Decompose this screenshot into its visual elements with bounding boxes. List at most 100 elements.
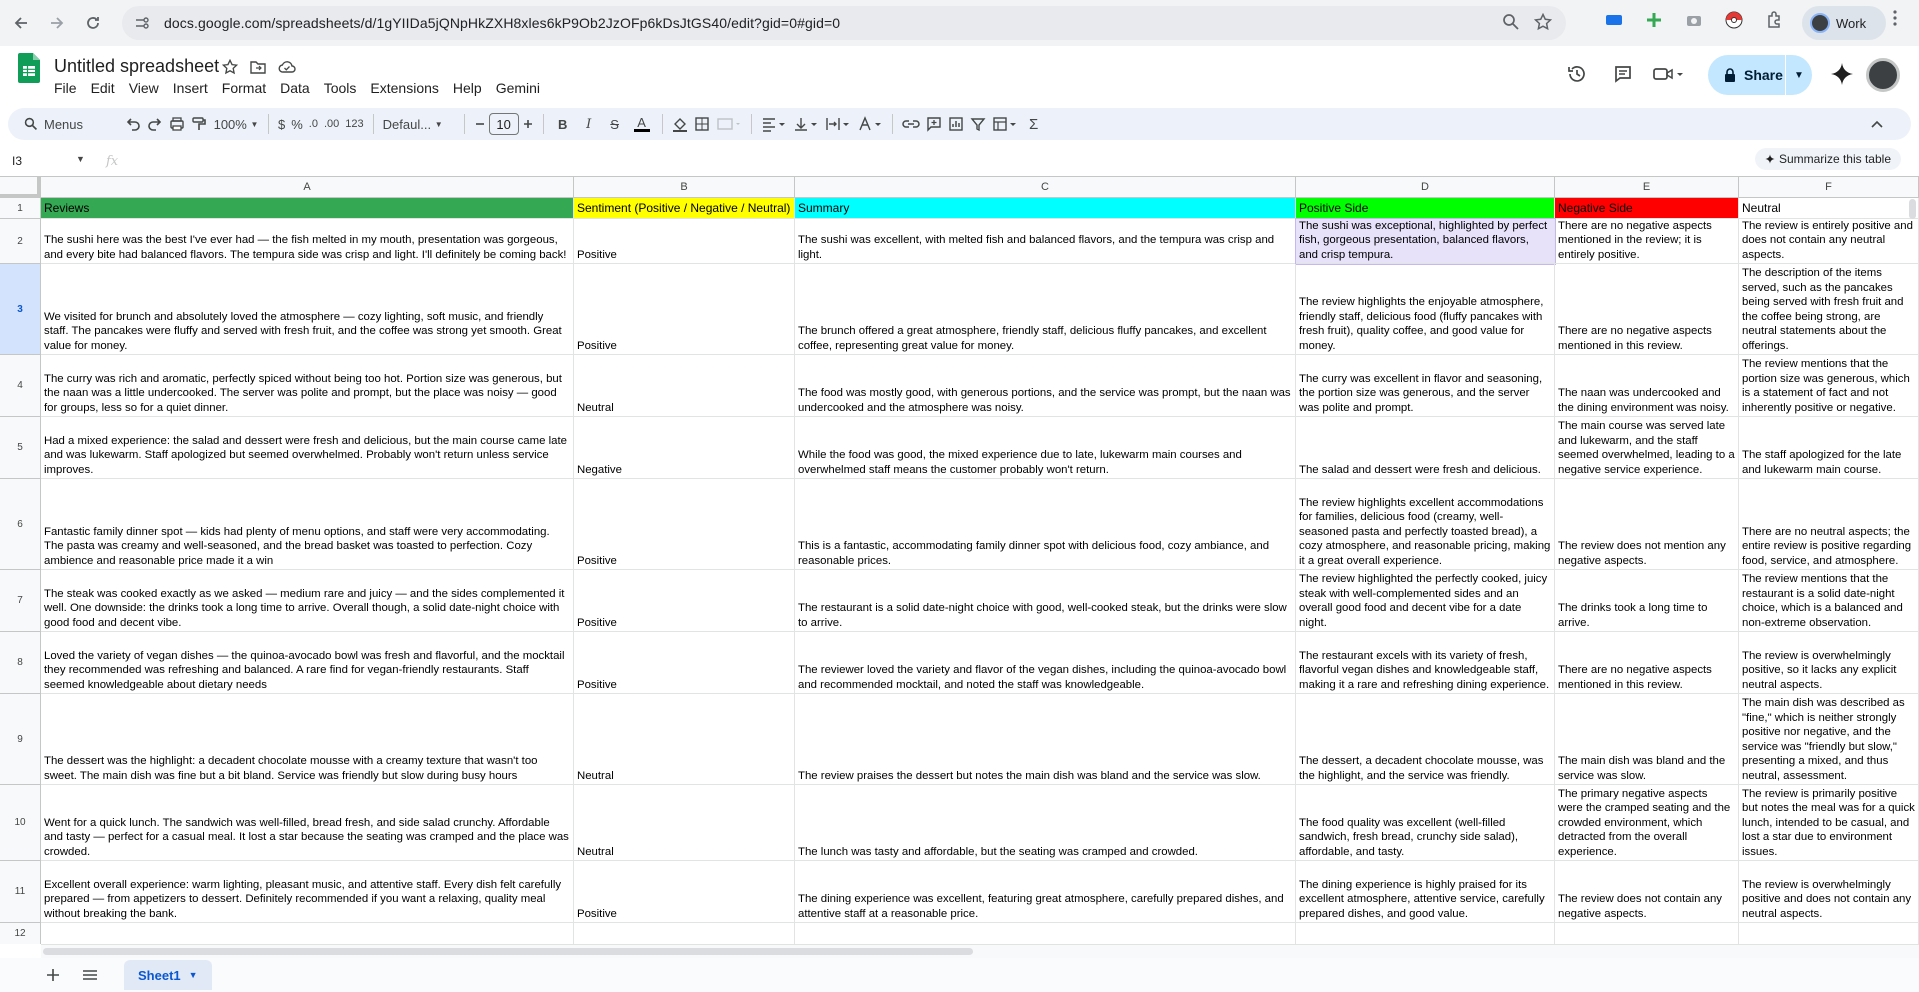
paint-format-icon[interactable] [191,112,207,136]
gemini-spark-icon[interactable] [1830,62,1854,86]
cell-positive-side[interactable]: The dining experience is highly praised … [1296,861,1555,923]
cell-negative-side[interactable]: The review does not contain any negative… [1555,861,1739,923]
column-header-d[interactable]: D [1296,177,1555,198]
bold-icon[interactable]: B [553,112,573,136]
cell-reviews[interactable]: The steak was cooked exactly as we asked… [41,570,574,632]
browser-menu-icon[interactable] [1893,10,1897,26]
horizontal-scrollbar[interactable] [41,944,1919,958]
menu-help[interactable]: Help [453,80,488,96]
cell-summary[interactable]: The lunch was tasty and affordable, but … [795,785,1296,861]
vertical-scroll-thumb[interactable] [1909,199,1916,219]
cell-neutral[interactable]: The review mentions that the restaurant … [1739,570,1919,632]
row-header[interactable]: 11 [0,861,41,923]
cell-reviews[interactable]: Had a mixed experience: the salad and de… [41,417,574,479]
star-icon[interactable] [222,59,238,75]
cell-neutral[interactable]: The review is overwhelmingly positive an… [1739,861,1919,923]
cell-reviews[interactable]: We visited for brunch and absolutely lov… [41,264,574,355]
insert-chart-icon[interactable] [948,112,964,136]
cell-sentiment[interactable]: Neutral [574,785,795,861]
camera-icon[interactable] [1684,10,1704,30]
number-format-button[interactable]: 123 [345,112,363,136]
functions-icon[interactable]: Σ [1024,112,1044,136]
cell-summary[interactable]: The review praises the dessert but notes… [795,694,1296,785]
cell-sentiment[interactable]: Positive [574,479,795,570]
strikethrough-icon[interactable]: S [605,112,625,136]
cell-neutral[interactable]: There are no neutral aspects; the entire… [1739,479,1919,570]
cell-positive-side[interactable]: The salad and dessert were fresh and del… [1296,417,1555,479]
cell-summary[interactable]: The dining experience was excellent, fea… [795,861,1296,923]
cell-negative-side[interactable]: The review does not mention any negative… [1555,479,1739,570]
empty-cell[interactable] [1555,923,1739,944]
cell-negative-side[interactable]: There are no negative aspects mentioned … [1555,264,1739,355]
menus-search[interactable]: Menus [8,117,122,132]
column-header-a[interactable]: A [41,177,574,198]
vertical-scrollbar[interactable] [1905,199,1919,944]
cell-neutral[interactable]: The review is entirely positive and does… [1739,219,1919,264]
sheet-tab[interactable]: Sheet1 ▼ [124,960,212,990]
profile-button[interactable]: Work [1802,6,1886,40]
redo-icon[interactable] [147,112,163,136]
site-info-icon[interactable] [134,15,150,31]
cell-neutral[interactable]: The review is overwhelmingly positive, s… [1739,632,1919,694]
row-header[interactable]: 12 [0,923,41,944]
document-title[interactable]: Untitled spreadsheet [54,56,219,77]
cell-negative-side[interactable]: There are no negative aspects mentioned … [1555,632,1739,694]
text-rotation-icon[interactable] [857,112,883,136]
font-select[interactable]: Defaul... ▼ [383,112,455,136]
cell-reviews[interactable]: Went for a quick lunch. The sandwich was… [41,785,574,861]
account-avatar[interactable] [1866,58,1900,92]
cell-neutral[interactable]: The staff apologized for the late and lu… [1739,417,1919,479]
insert-link-icon[interactable] [901,112,920,136]
row-header[interactable]: 2 [0,219,41,264]
row-header[interactable]: 5 [0,417,41,479]
cell-summary[interactable]: The sushi was excellent, with melted fis… [795,219,1296,264]
column-header-c[interactable]: C [795,177,1296,198]
cell-negative-side[interactable]: The main course was served late and luke… [1555,417,1739,479]
header-cell-reviews[interactable]: Reviews [41,198,574,219]
header-cell-positive-side[interactable]: Positive Side [1296,198,1555,219]
add-sheet-icon[interactable] [46,968,60,982]
sheet-tab-dropdown-icon[interactable]: ▼ [189,970,198,980]
cell-sentiment[interactable]: Positive [574,570,795,632]
empty-cell[interactable] [1739,923,1919,944]
increase-decimal-button[interactable]: .00 [324,112,339,136]
percent-format-button[interactable]: % [291,112,303,136]
header-cell-sentiment[interactable]: Sentiment (Positive / Negative / Neutral… [574,198,795,219]
vertical-align-icon[interactable] [793,112,819,136]
all-sheets-icon[interactable] [82,969,98,981]
header-cell-summary[interactable]: Summary [795,198,1296,219]
row-header[interactable]: 1 [0,198,41,219]
cell-positive-side[interactable]: The sushi was exceptional, highlighted b… [1295,218,1556,265]
cell-sentiment[interactable]: Negative [574,417,795,479]
name-box[interactable]: I3 ▼ [0,154,92,168]
cell-sentiment[interactable]: Neutral [574,694,795,785]
text-color-icon[interactable]: A [631,112,653,136]
text-wrap-icon[interactable] [825,112,851,136]
select-all-corner[interactable] [0,177,41,198]
cell-summary[interactable]: This is a fantastic, accommodating famil… [795,479,1296,570]
increase-font-size-icon[interactable] [522,112,534,136]
share-dropdown-icon[interactable]: ▼ [1786,70,1812,81]
print-icon[interactable] [169,112,185,136]
summarize-table-button[interactable]: Summarize this table [1754,148,1901,170]
zoom-select[interactable]: 100% ▼ [213,112,259,136]
version-history-icon[interactable] [1554,64,1600,84]
currency-format-button[interactable]: $ [278,112,285,136]
menu-insert[interactable]: Insert [173,80,214,96]
menu-format[interactable]: Format [222,80,272,96]
merge-cells-icon[interactable] [716,112,742,136]
cell-neutral[interactable]: The main dish was described as "fine," w… [1739,694,1919,785]
row-header[interactable]: 9 [0,694,41,785]
cell-sentiment[interactable]: Positive [574,219,795,264]
decrease-font-size-icon[interactable] [474,112,486,136]
cell-sentiment[interactable]: Positive [574,632,795,694]
extension-m-icon[interactable] [1604,10,1624,30]
table-views-icon[interactable] [992,112,1018,136]
extensions-puzzle-icon[interactable] [1764,10,1784,30]
row-header[interactable]: 4 [0,355,41,417]
menu-extensions[interactable]: Extensions [370,80,444,96]
cell-negative-side[interactable]: There are no negative aspects mentioned … [1555,219,1739,264]
empty-cell[interactable] [41,923,574,944]
header-cell-negative-side[interactable]: Negative Side [1555,198,1739,219]
cell-summary[interactable]: The food was mostly good, with generous … [795,355,1296,417]
